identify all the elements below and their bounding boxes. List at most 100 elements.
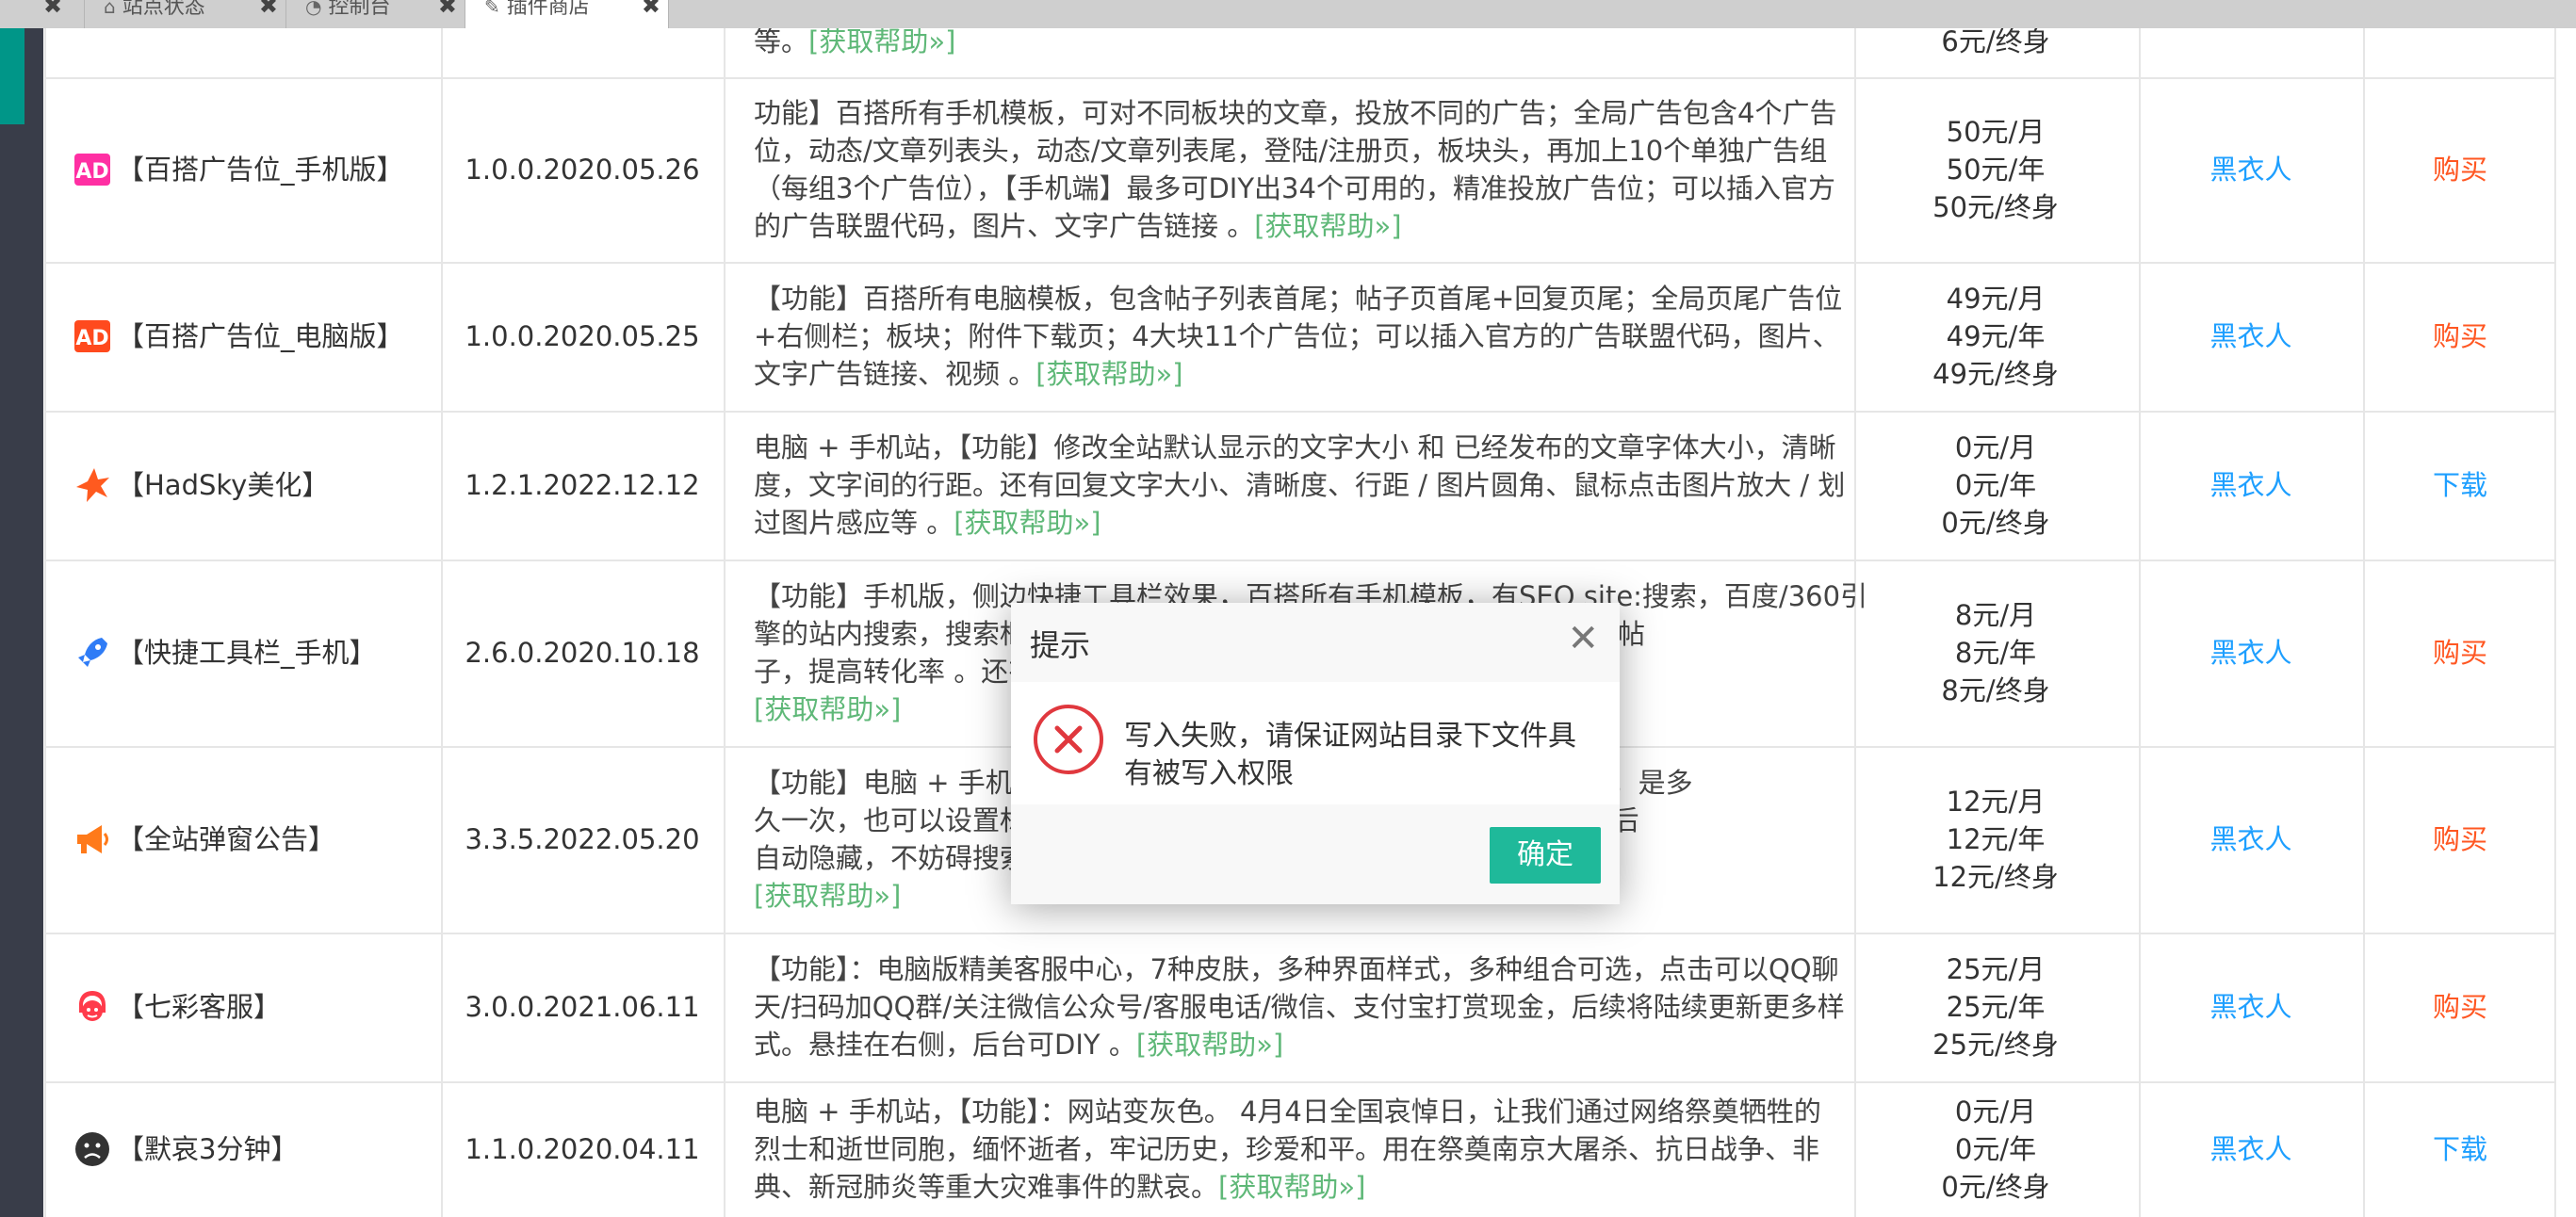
price-line: 12元/年: [1946, 823, 2046, 855]
tab-plugin-store[interactable]: ✎ 插件商店 ✖: [465, 0, 669, 28]
author-link[interactable]: 黑衣人: [2139, 151, 2363, 188]
dialog-footer: 确定: [1011, 804, 1620, 904]
row-divider: [44, 1081, 2554, 1083]
confirm-button[interactable]: 确定: [1490, 827, 1601, 884]
plugin-name: 【百搭广告位_手机版】: [117, 154, 404, 186]
column-divider: [724, 0, 726, 1217]
description-line: 天/扫码加QQ群/关注微信公众号/客服电话/微信、支付宝打赏现金，后续将陆续更新…: [754, 988, 1845, 1026]
author-link[interactable]: 黑衣人: [2139, 466, 2363, 504]
buy-button[interactable]: 购买: [2363, 988, 2557, 1026]
ad-pc-icon: AD: [73, 317, 111, 355]
description-cell: 等。[获取帮助»]: [754, 23, 1828, 60]
close-icon[interactable]: ✕: [1567, 620, 1599, 657]
megaphone-icon: [73, 820, 111, 858]
description-line: 功能】百搭所有手机模板，可对不同板块的文章，投放不同的广告；全局广告包含4个广告: [754, 94, 1836, 132]
price-cell: 0元/月 0元/年 0元/终身: [1854, 1093, 2137, 1206]
description-text: 功能】百搭所有手机模板，可对不同板块的文章，投放不同的广告；全局广告包含4个广告: [754, 97, 1837, 129]
price-cell: 12元/月 12元/年 12元/终身: [1854, 783, 2137, 896]
price-cell: 25元/月 25元/年 25元/终身: [1854, 950, 2137, 1063]
help-link[interactable]: [获取帮助»]: [808, 25, 955, 57]
tab-label: 控制台: [328, 0, 391, 19]
price-cell: 0元/月 0元/年 0元/终身: [1854, 429, 2137, 542]
price-line: 49元/月: [1946, 283, 2046, 315]
row-divider: [44, 262, 2554, 264]
price-line: 0元/月: [1954, 431, 2037, 463]
close-icon[interactable]: ✖: [259, 0, 278, 17]
column-divider: [44, 0, 46, 1217]
help-link[interactable]: [获取帮助»]: [1218, 1171, 1365, 1203]
author-link[interactable]: 黑衣人: [2139, 317, 2363, 355]
description-text: 位，动态/文章列表头，动态/文章列表尾，登陆/注册页，板块头，再加上10个单独广…: [754, 135, 1828, 167]
help-link[interactable]: [获取帮助»]: [1254, 210, 1401, 242]
description-text: 式。悬挂在右侧，后台可DIY 。: [754, 1029, 1136, 1061]
author-link[interactable]: 黑衣人: [2139, 988, 2363, 1026]
buy-button[interactable]: 购买: [2363, 634, 2557, 672]
tab-site-status[interactable]: ⌂ 站点状态 ✖: [85, 0, 286, 28]
price-line: 50元/年: [1946, 154, 2046, 186]
plugin-name-cell: 【全站弹窗公告】: [73, 820, 335, 858]
plugin-name: 【快捷工具栏_手机】: [117, 637, 377, 669]
description-line: 电脑 + 手机站，【功能】：网站变灰色。 4月4日全国哀悼日，让我们通过网络祭奠…: [754, 1093, 1828, 1130]
description-cell: 电脑 + 手机站，【功能】修改全站默认显示的文字大小 和 已经发布的文章字体大小…: [754, 429, 1845, 542]
price-line: 0元/年: [1954, 1133, 2037, 1165]
description-text: 【功能】百搭所有电脑模板，包含帖子列表首尾；帖子页首尾+回复页尾；全局页尾广告位: [754, 283, 1843, 315]
row-divider: [44, 411, 2554, 413]
close-icon[interactable]: ✖: [438, 0, 457, 17]
author-link[interactable]: 黑衣人: [2139, 634, 2363, 672]
dialog-body: 写入失败，请保证网站目录下文件具有被写入权限: [1011, 682, 1620, 804]
row-divider: [44, 933, 2554, 934]
price-line: 12元/月: [1946, 786, 2046, 818]
price-line: 8元/月: [1954, 599, 2037, 631]
dialog-message: 写入失败，请保证网站目录下文件具有被写入权限: [1124, 720, 1576, 790]
help-link[interactable]: [获取帮助»]: [954, 507, 1101, 539]
plugin-name: 【全站弹窗公告】: [117, 823, 336, 855]
help-link[interactable]: [获取帮助»]: [1035, 358, 1182, 390]
left-sidebar: [0, 0, 43, 1217]
buy-button[interactable]: 购买: [2363, 317, 2557, 355]
help-link[interactable]: [获取帮助»]: [1136, 1029, 1283, 1061]
price-line: 0元/终身: [1941, 507, 2050, 539]
author-link[interactable]: 黑衣人: [2139, 820, 2363, 858]
help-link[interactable]: [获取帮助»]: [754, 693, 901, 725]
price-cell: 6元/终身: [1941, 25, 2050, 57]
description-cell: 【功能】：电脑版精美客服中心，7种皮肤，多种界面样式，多种组合可选，点击可以QQ…: [754, 950, 1845, 1063]
price-cell: 50元/月 50元/年 50元/终身: [1854, 113, 2137, 226]
description-line: 烈士和逝世同胞，缅怀逝者，牢记历史，珍爱和平。用在祭奠南京大屠杀、抗日战争、非: [754, 1130, 1828, 1168]
plugin-icon: ✎: [484, 0, 500, 18]
plugin-name-cell: 【HadSky美化】: [73, 466, 329, 504]
close-icon[interactable]: ✖: [642, 0, 660, 17]
description-line: 电脑 + 手机站，【功能】修改全站默认显示的文字大小 和 已经发布的文章字体大小…: [754, 429, 1836, 466]
buy-button[interactable]: 购买: [2363, 151, 2557, 188]
download-button[interactable]: 下载: [2363, 1130, 2557, 1168]
version-cell: 1.0.0.2020.05.25: [465, 320, 700, 352]
description-text: 等。: [754, 25, 809, 57]
description-line: 过图片感应等 。[获取帮助»]: [754, 504, 1828, 542]
tab-label: 插件商店: [506, 0, 590, 19]
description-line: 【功能】：电脑版精美客服中心，7种皮肤，多种界面样式，多种组合可选，点击可以QQ…: [754, 950, 1839, 988]
home-icon: ⌂: [104, 0, 116, 18]
description-text: 【功能】：电脑版精美客服中心，7种皮肤，多种界面样式，多种组合可选，点击可以QQ…: [754, 953, 1839, 985]
description-text: 电脑 + 手机站，【功能】：网站变灰色。 4月4日全国哀悼日，让我们通过网络祭奠…: [754, 1095, 1821, 1128]
rocket-icon: [73, 634, 111, 672]
author-link[interactable]: 黑衣人: [2139, 1130, 2363, 1168]
buy-button[interactable]: 购买: [2363, 820, 2557, 858]
help-link[interactable]: [获取帮助»]: [754, 880, 901, 912]
plugin-name-cell: 【快捷工具栏_手机】: [73, 634, 377, 672]
ad-mobile-icon: AD: [73, 151, 111, 188]
price-line: 49元/终身: [1932, 358, 2059, 390]
tab-close-all[interactable]: ✖: [0, 0, 85, 28]
description-text: 文字广告链接、视频 。: [754, 358, 1036, 390]
plugin-name-cell: AD 【百搭广告位_手机版】: [73, 151, 404, 188]
version-cell: 1.2.1.2022.12.12: [465, 469, 700, 501]
description-text: 烈士和逝世同胞，缅怀逝者，牢记历史，珍爱和平。用在祭奠南京大屠杀、抗日战争、非: [754, 1133, 1820, 1165]
description-line: 式。悬挂在右侧，后台可DIY 。[获取帮助»]: [754, 1026, 1828, 1063]
price-cell: 49元/月 49元/年 49元/终身: [1854, 280, 2137, 393]
close-icon[interactable]: ✖: [43, 0, 62, 17]
description-text: 过图片感应等 。: [754, 507, 954, 539]
download-button[interactable]: 下载: [2363, 466, 2557, 504]
version-cell: 2.6.0.2020.10.18: [465, 637, 700, 669]
star-splash-icon: [73, 466, 111, 504]
tab-dashboard[interactable]: ◔ 控制台 ✖: [286, 0, 465, 28]
description-text: 的广告联盟代码，图片、文字广告链接 。: [754, 210, 1255, 242]
description-line: 的广告联盟代码，图片、文字广告链接 。[获取帮助»]: [754, 207, 1828, 245]
